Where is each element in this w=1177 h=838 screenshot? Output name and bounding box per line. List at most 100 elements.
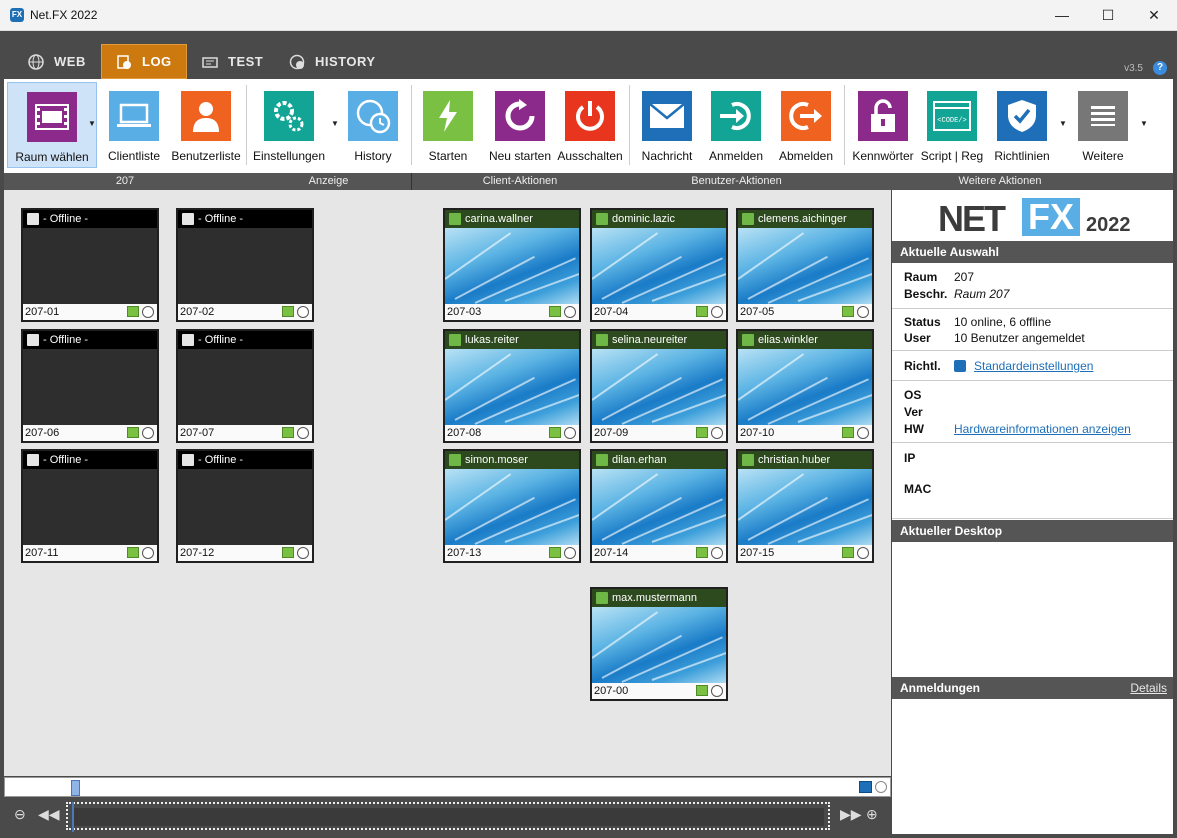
history-button[interactable]: History <box>340 82 406 168</box>
login-button[interactable]: Anmelden <box>704 82 768 168</box>
start-button[interactable]: Starten <box>417 82 479 168</box>
globe-icon[interactable] <box>711 685 723 697</box>
settings-button[interactable]: Einstellungen <box>250 82 328 168</box>
logout-button[interactable]: Abmelden <box>772 82 840 168</box>
screen-icon[interactable] <box>549 427 561 438</box>
globe-icon[interactable] <box>564 547 576 559</box>
screen-icon[interactable] <box>859 781 872 793</box>
screen-icon[interactable] <box>549 306 561 317</box>
monitor-icon <box>27 213 39 225</box>
zoom-out-icon[interactable]: ⊖ <box>14 806 26 823</box>
help-icon[interactable]: ? <box>1153 61 1167 75</box>
globe-icon[interactable] <box>142 547 154 559</box>
zoom-in-icon[interactable]: ⊕ <box>866 806 878 823</box>
screen-icon[interactable] <box>842 547 854 558</box>
client-tile[interactable]: - Offline - 207-02 <box>176 208 314 322</box>
screen-icon[interactable] <box>282 547 294 558</box>
settings-dropdown[interactable]: ▼ <box>331 119 339 128</box>
userlist-button[interactable]: Benutzerliste <box>170 82 242 168</box>
client-tile[interactable]: clemens.aichinger 207-05 <box>736 208 874 322</box>
policies-dropdown[interactable]: ▼ <box>1059 119 1067 128</box>
screen-icon[interactable] <box>696 685 708 696</box>
client-tile[interactable]: elias.winkler 207-10 <box>736 329 874 443</box>
client-tile[interactable]: simon.moser 207-13 <box>443 449 581 563</box>
globe-icon[interactable] <box>857 547 869 559</box>
globe-icon[interactable] <box>142 427 154 439</box>
more-dropdown[interactable]: ▼ <box>1140 119 1148 128</box>
globe-icon[interactable] <box>297 306 309 318</box>
client-tile[interactable]: lukas.reiter 207-08 <box>443 329 581 443</box>
policy-link[interactable]: Standardeinstellungen <box>974 359 1093 373</box>
maximize-button[interactable]: ☐ <box>1085 0 1131 30</box>
screen-icon[interactable] <box>282 427 294 438</box>
screen-icon[interactable] <box>696 306 708 317</box>
fast-forward-icon[interactable]: ▶▶ <box>840 806 862 823</box>
globe-icon[interactable] <box>564 306 576 318</box>
minimize-button[interactable]: — <box>1039 0 1085 30</box>
tab-web[interactable]: WEB <box>14 44 100 79</box>
hardware-info-link[interactable]: Hardwareinformationen anzeigen <box>954 422 1131 436</box>
tab-history[interactable]: HISTORY <box>275 44 390 79</box>
field-label: OS <box>904 388 922 402</box>
client-tile[interactable]: - Offline - 207-11 <box>21 449 159 563</box>
tab-label: TEST <box>228 54 264 69</box>
tab-log[interactable]: LOG <box>101 44 187 79</box>
client-id: 207-05 <box>740 306 775 318</box>
client-tile[interactable]: carina.wallner 207-03 <box>443 208 581 322</box>
client-tile[interactable]: - Offline - 207-06 <box>21 329 159 443</box>
room-select-dropdown[interactable]: ▼ <box>88 119 96 128</box>
screen-icon[interactable] <box>127 306 139 317</box>
globe-icon[interactable] <box>875 781 887 793</box>
rewind-icon[interactable]: ◀◀ <box>38 806 60 823</box>
timeline-thumb[interactable] <box>71 780 80 796</box>
screen-icon[interactable] <box>127 547 139 558</box>
script-reg-button[interactable]: <CODE/> Script | Reg <box>919 82 985 168</box>
globe-icon[interactable] <box>711 306 723 318</box>
scrollbar-track[interactable] <box>74 808 824 826</box>
screen-icon[interactable] <box>127 427 139 438</box>
client-footer: 207-14 <box>592 545 726 561</box>
monitor-icon <box>27 334 39 346</box>
message-button[interactable]: Nachricht <box>634 82 700 168</box>
client-tile[interactable]: dominic.lazic 207-04 <box>590 208 728 322</box>
client-tile[interactable]: max.mustermann 207-00 <box>590 587 728 701</box>
close-button[interactable]: ✕ <box>1131 0 1177 30</box>
logout-icon <box>781 91 831 141</box>
divider <box>892 442 1173 443</box>
screen-icon[interactable] <box>842 306 854 317</box>
client-tile[interactable]: - Offline - 207-07 <box>176 329 314 443</box>
client-tile[interactable]: - Offline - 207-12 <box>176 449 314 563</box>
shutdown-button[interactable]: Ausschalten <box>556 82 624 168</box>
globe-icon[interactable] <box>297 427 309 439</box>
client-name: selina.neureiter <box>612 334 688 346</box>
globe-icon[interactable] <box>297 547 309 559</box>
client-tile[interactable]: - Offline - 207-01 <box>21 208 159 322</box>
screen-icon[interactable] <box>696 427 708 438</box>
client-tile[interactable]: dilan.erhan 207-14 <box>590 449 728 563</box>
logins-details-link[interactable]: Details <box>1130 677 1167 699</box>
client-tile[interactable]: christian.huber 207-15 <box>736 449 874 563</box>
screen-icon[interactable] <box>549 547 561 558</box>
client-tile[interactable]: selina.neureiter 207-09 <box>590 329 728 443</box>
room-select-button[interactable]: Raum wählen <box>7 82 97 168</box>
status-value: 10 online, 6 offline <box>954 315 1052 329</box>
tab-test[interactable]: TEST <box>188 44 277 79</box>
restart-button[interactable]: Neu starten <box>485 82 555 168</box>
passwords-button[interactable]: Kennwörter <box>847 82 919 168</box>
more-button[interactable]: Weitere <box>1068 82 1138 168</box>
timeline-track[interactable] <box>4 777 891 797</box>
screen-icon[interactable] <box>282 306 294 317</box>
client-screen <box>23 469 157 545</box>
screen-icon[interactable] <box>696 547 708 558</box>
globe-icon[interactable] <box>711 547 723 559</box>
timeline-scrollbar[interactable] <box>66 802 830 832</box>
policies-button[interactable]: Richtlinien <box>988 82 1056 168</box>
globe-icon[interactable] <box>857 306 869 318</box>
globe-icon[interactable] <box>857 427 869 439</box>
clientlist-button[interactable]: Clientliste <box>99 82 169 168</box>
globe-icon[interactable] <box>711 427 723 439</box>
globe-icon[interactable] <box>142 306 154 318</box>
globe-icon[interactable] <box>564 427 576 439</box>
screen-icon[interactable] <box>842 427 854 438</box>
info-sidebar: NET FX 2022 Aktuelle Auswahl Raum 207 Bes… <box>892 190 1173 834</box>
